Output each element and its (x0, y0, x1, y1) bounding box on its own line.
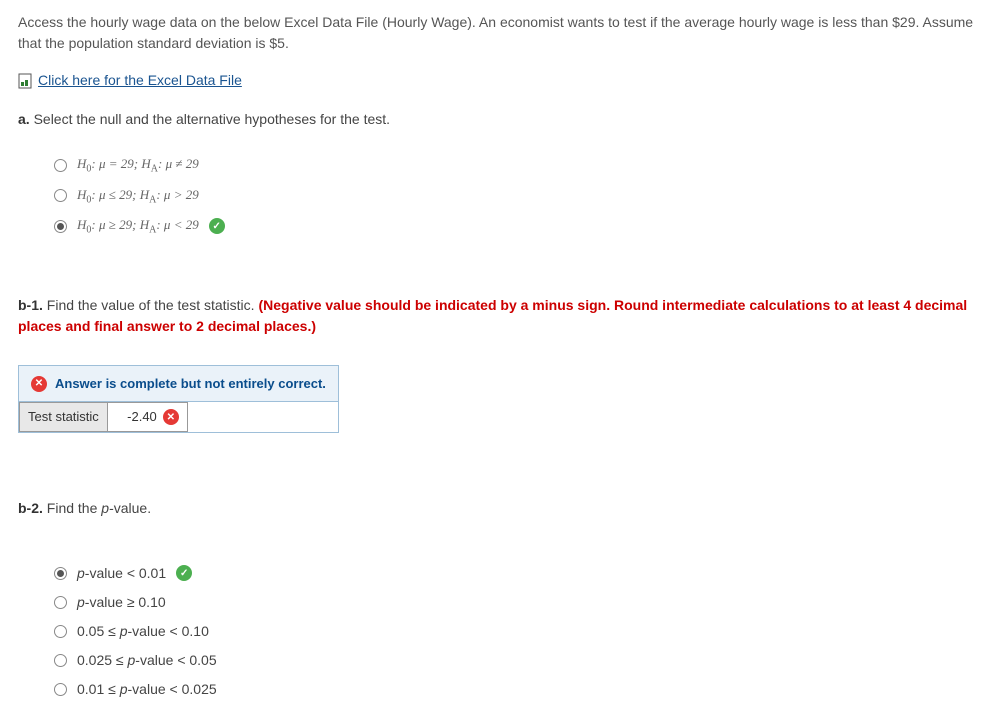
check-circle-icon: ✓ (176, 565, 192, 581)
x-circle-icon: ✕ (31, 376, 47, 392)
table-row: Test statistic -2.40 ✕ (20, 403, 188, 432)
part-b2-prompt: b-2. Find the p-value. (18, 498, 986, 519)
hypothesis-label: H0: μ ≥ 29; HA: μ < 29 (77, 215, 199, 238)
part-b2-text-suffix: -value. (109, 500, 151, 516)
hypothesis-label: H0: μ ≤ 29; HA: μ > 29 (77, 185, 199, 208)
file-link-row: Click here for the Excel Data File (18, 70, 986, 91)
radio-button[interactable] (54, 567, 67, 580)
radio-button[interactable] (54, 596, 67, 609)
pvalue-option-3[interactable]: 0.025 ≤ p-value < 0.05 (54, 650, 986, 671)
excel-file-link[interactable]: Click here for the Excel Data File (38, 70, 242, 91)
pvalue-option-1[interactable]: p-value ≥ 0.10 (54, 592, 986, 613)
hypothesis-option-1[interactable]: H0: μ ≤ 29; HA: μ > 29 (54, 185, 986, 208)
check-circle-icon: ✓ (209, 218, 225, 234)
x-circle-icon: ✕ (163, 409, 179, 425)
part-a-radio-group: H0: μ = 29; HA: μ ≠ 29 H0: μ ≤ 29; HA: μ … (54, 154, 986, 238)
pvalue-label: 0.05 ≤ p-value < 0.10 (77, 621, 209, 642)
excel-file-icon (18, 73, 32, 89)
pvalue-option-4[interactable]: 0.01 ≤ p-value < 0.025 (54, 679, 986, 700)
part-b2-prefix: b-2. (18, 500, 43, 516)
part-b2-text-prefix: Find the (43, 500, 101, 516)
part-b1-text: Find the value of the test statistic. (43, 297, 259, 313)
feedback-box: ✕ Answer is complete but not entirely co… (18, 365, 339, 433)
feedback-text: Answer is complete but not entirely corr… (55, 374, 326, 394)
radio-button[interactable] (54, 220, 67, 233)
pvalue-label: 0.025 ≤ p-value < 0.05 (77, 650, 217, 671)
pvalue-option-2[interactable]: 0.05 ≤ p-value < 0.10 (54, 621, 986, 642)
test-statistic-label: Test statistic (20, 403, 108, 432)
hypothesis-option-0[interactable]: H0: μ = 29; HA: μ ≠ 29 (54, 154, 986, 177)
answer-table: Test statistic -2.40 ✕ (19, 402, 188, 432)
radio-button[interactable] (54, 189, 67, 202)
radio-button[interactable] (54, 683, 67, 696)
feedback-header: ✕ Answer is complete but not entirely co… (19, 366, 338, 403)
part-a-prefix: a. (18, 111, 30, 127)
pvalue-label: p-value < 0.01 (77, 563, 166, 584)
radio-button[interactable] (54, 625, 67, 638)
part-b2-p-italic: p (101, 500, 109, 516)
part-b2-radio-group: p-value < 0.01 ✓ p-value ≥ 0.10 0.05 ≤ p-va… (54, 563, 986, 700)
hypothesis-label: H0: μ = 29; HA: μ ≠ 29 (77, 154, 199, 177)
part-a-text: Select the null and the alternative hypo… (30, 111, 390, 127)
pvalue-option-0[interactable]: p-value < 0.01 ✓ (54, 563, 986, 584)
pvalue-label: p-value ≥ 0.10 (77, 592, 166, 613)
radio-button[interactable] (54, 654, 67, 667)
hypothesis-option-2[interactable]: H0: μ ≥ 29; HA: μ < 29 ✓ (54, 215, 986, 238)
intro-text: Access the hourly wage data on the below… (18, 12, 986, 54)
pvalue-label: 0.01 ≤ p-value < 0.025 (77, 679, 217, 700)
test-statistic-value: -2.40 (127, 407, 157, 427)
radio-button[interactable] (54, 159, 67, 172)
part-b1-prefix: b-1. (18, 297, 43, 313)
part-b1-prompt: b-1. Find the value of the test statisti… (18, 295, 986, 337)
test-statistic-value-cell: -2.40 ✕ (107, 403, 187, 432)
part-a-prompt: a. Select the null and the alternative h… (18, 109, 986, 130)
